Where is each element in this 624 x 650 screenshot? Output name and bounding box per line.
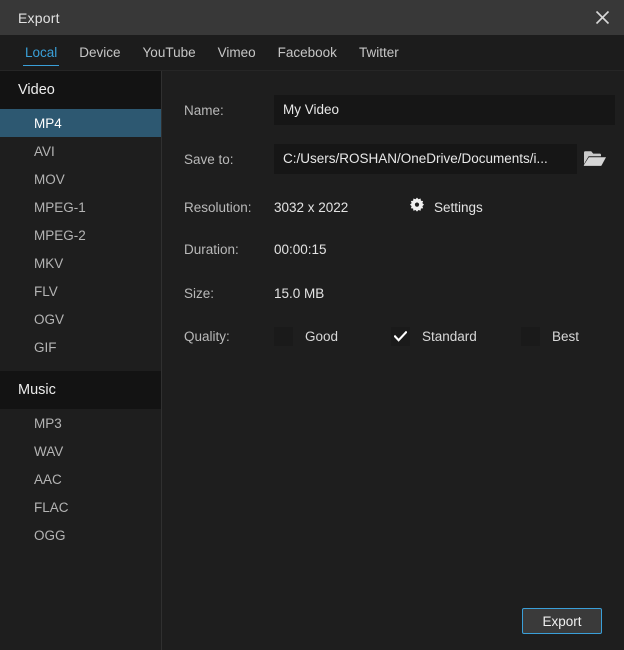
tab-local[interactable]: Local: [14, 35, 68, 70]
sidebar-item-mpeg-2[interactable]: MPEG-2: [0, 221, 161, 249]
size-label: Size:: [184, 285, 215, 301]
tab-twitter[interactable]: Twitter: [348, 35, 410, 70]
gear-icon: [409, 197, 425, 218]
sidebar-item-mov[interactable]: MOV: [0, 165, 161, 193]
name-label: Name:: [184, 102, 224, 118]
dialog-body: Video MP4 AVI MOV MPEG-1 MPEG-2 MKV FLV …: [0, 71, 624, 650]
name-input[interactable]: [274, 95, 615, 125]
quality-label-best: Best: [552, 328, 580, 344]
export-button[interactable]: Export: [522, 608, 602, 634]
close-icon[interactable]: [580, 0, 624, 35]
quality-option-good[interactable]: Good: [274, 325, 338, 347]
resolution-row: Resolution: 3032 x 2022 Settings: [184, 192, 483, 222]
settings-pane: Name: Save to: Resolution: 3032 x 2022: [162, 71, 624, 650]
sidebar-item-ogg[interactable]: OGG: [0, 521, 161, 549]
check-icon: [394, 330, 407, 342]
quality-option-standard[interactable]: Standard: [391, 325, 480, 347]
quality-row: Quality: Good Standard Best: [184, 321, 604, 351]
tab-bar: Local Device YouTube Vimeo Facebook Twit…: [0, 35, 624, 71]
title-bar: Export: [0, 0, 624, 35]
quality-label: Quality:: [184, 328, 230, 344]
sidebar-group-video: Video: [0, 71, 161, 109]
save-to-row: Save to:: [184, 144, 606, 174]
tab-device[interactable]: Device: [68, 35, 131, 70]
duration-value: 00:00:15: [274, 241, 327, 257]
sidebar-item-ogv[interactable]: OGV: [0, 305, 161, 333]
tab-facebook[interactable]: Facebook: [267, 35, 348, 70]
sidebar-item-flv[interactable]: FLV: [0, 277, 161, 305]
sidebar-item-mkv[interactable]: MKV: [0, 249, 161, 277]
export-dialog: Export Local Device YouTube Vimeo Facebo…: [0, 0, 624, 650]
quality-option-best[interactable]: Best: [521, 325, 579, 347]
name-row: Name:: [184, 95, 615, 125]
checkbox-standard[interactable]: [391, 326, 410, 346]
tab-vimeo[interactable]: Vimeo: [207, 35, 267, 70]
sidebar-item-wav[interactable]: WAV: [0, 437, 161, 465]
settings-label: Settings: [434, 199, 483, 215]
settings-button[interactable]: Settings: [409, 197, 483, 218]
format-sidebar: Video MP4 AVI MOV MPEG-1 MPEG-2 MKV FLV …: [0, 71, 162, 650]
sidebar-item-flac[interactable]: FLAC: [0, 493, 161, 521]
sidebar-item-aac[interactable]: AAC: [0, 465, 161, 493]
window-title: Export: [18, 9, 60, 26]
resolution-label: Resolution:: [184, 199, 252, 215]
resolution-value: 3032 x 2022: [274, 199, 349, 215]
save-to-input[interactable]: [274, 144, 577, 174]
duration-row: Duration: 00:00:15: [184, 234, 327, 264]
checkbox-best[interactable]: [521, 326, 540, 346]
quality-label-good: Good: [305, 328, 339, 344]
sidebar-item-mp4[interactable]: MP4: [0, 109, 161, 137]
quality-label-standard: Standard: [422, 328, 477, 344]
folder-icon[interactable]: [581, 145, 609, 171]
sidebar-item-mpeg-1[interactable]: MPEG-1: [0, 193, 161, 221]
sidebar-item-gif[interactable]: GIF: [0, 333, 161, 361]
size-value: 15.0 MB: [274, 285, 325, 301]
tab-youtube[interactable]: YouTube: [132, 35, 207, 70]
duration-label: Duration:: [184, 241, 239, 257]
sidebar-item-mp3[interactable]: MP3: [0, 409, 161, 437]
checkbox-good[interactable]: [274, 326, 293, 346]
sidebar-item-avi[interactable]: AVI: [0, 137, 161, 165]
save-to-label: Save to:: [184, 151, 234, 167]
size-row: Size: 15.0 MB: [184, 278, 324, 308]
sidebar-group-music: Music: [0, 371, 161, 409]
